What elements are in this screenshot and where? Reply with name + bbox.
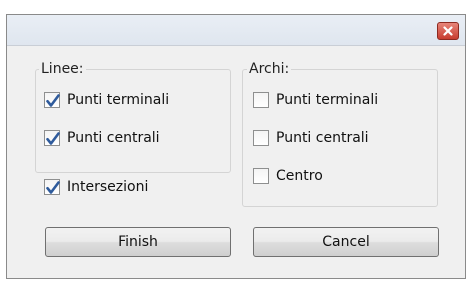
checkmark-icon [46, 132, 60, 145]
archi-group-label: Archi: [247, 61, 292, 77]
checkbox-box[interactable] [44, 130, 60, 146]
checkbox-label: Punti terminali [276, 92, 379, 108]
finish-button[interactable]: Finish [45, 227, 231, 257]
dialog-window: Linee: Punti terminali Punti centrali In… [6, 14, 466, 279]
checkmark-icon [46, 94, 60, 107]
close-button[interactable] [437, 22, 459, 40]
archi-centro-checkbox[interactable]: Centro [253, 168, 323, 184]
checkmark-icon [46, 181, 60, 194]
intersezioni-checkbox[interactable]: Intersezioni [44, 179, 148, 195]
archi-punti-terminali-checkbox[interactable]: Punti terminali [253, 92, 378, 108]
linee-punti-terminali-checkbox[interactable]: Punti terminali [44, 92, 169, 108]
checkbox-label: Punti terminali [67, 92, 170, 108]
checkbox-box[interactable] [44, 179, 60, 195]
cancel-button[interactable]: Cancel [253, 227, 439, 257]
archi-punti-centrali-checkbox[interactable]: Punti centrali [253, 130, 369, 146]
checkbox-box[interactable] [253, 92, 269, 108]
linee-group [35, 69, 231, 173]
close-icon [443, 26, 453, 36]
linee-punti-centrali-checkbox[interactable]: Punti centrali [44, 130, 160, 146]
checkbox-box[interactable] [253, 168, 269, 184]
checkbox-label: Centro [276, 168, 323, 184]
linee-group-label: Linee: [39, 61, 86, 77]
checkbox-label: Intersezioni [67, 179, 149, 195]
checkbox-box[interactable] [44, 92, 60, 108]
checkbox-label: Punti centrali [276, 130, 369, 146]
title-bar[interactable] [7, 15, 465, 46]
checkbox-label: Punti centrali [67, 130, 160, 146]
checkbox-box[interactable] [253, 130, 269, 146]
